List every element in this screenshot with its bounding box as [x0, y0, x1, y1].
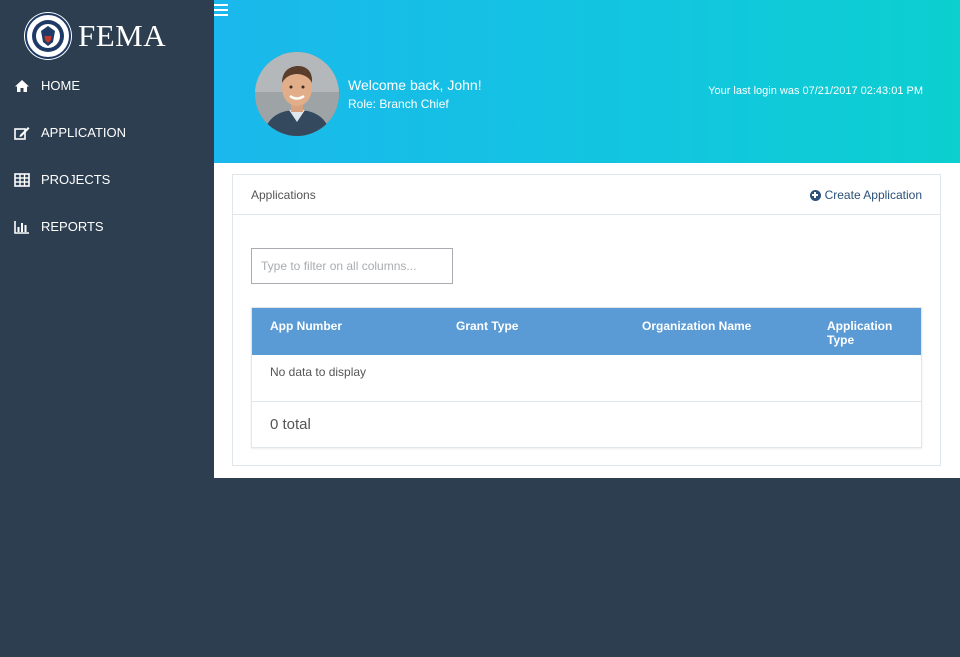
sidebar-item-application[interactable]: APPLICATION	[0, 109, 214, 156]
hamburger-icon[interactable]	[214, 4, 228, 16]
sidebar-item-label: REPORTS	[41, 219, 104, 234]
user-role: Role: Branch Chief	[348, 97, 449, 111]
brand-logo[interactable]: FEMA	[24, 10, 166, 62]
panel-header: Applications Create Application	[233, 175, 940, 215]
sidebar-item-reports[interactable]: REPORTS	[0, 203, 214, 250]
avatar	[255, 52, 339, 136]
sidebar-item-home[interactable]: HOME	[0, 62, 214, 109]
welcome-message: Welcome back, John!	[348, 77, 482, 93]
table-header: App Number Grant Type Organization Name …	[252, 308, 921, 355]
sidebar: FEMA HOME APPLICATION PROJECTS REPORTS	[0, 0, 214, 657]
bar-chart-icon	[14, 220, 32, 234]
applications-table: App Number Grant Type Organization Name …	[251, 307, 922, 448]
sidebar-item-label: PROJECTS	[41, 172, 111, 187]
empty-message: No data to display	[270, 365, 367, 379]
brand-name: FEMA	[78, 18, 167, 53]
filter-input[interactable]	[251, 248, 453, 284]
edit-icon	[14, 126, 32, 140]
create-application-button[interactable]: Create Application	[809, 188, 922, 202]
column-header-application-type[interactable]: Application Type	[827, 319, 921, 347]
column-header-organization-name[interactable]: Organization Name	[642, 319, 751, 333]
home-icon	[14, 79, 32, 93]
sidebar-item-projects[interactable]: PROJECTS	[0, 156, 214, 203]
column-header-app-number[interactable]: App Number	[270, 319, 342, 333]
table-icon	[14, 172, 32, 187]
dhs-seal-icon	[24, 12, 72, 60]
main-content: Applications Create Application App Numb…	[214, 163, 960, 478]
empty-row: No data to display	[252, 355, 921, 402]
sidebar-item-label: HOME	[41, 78, 80, 93]
table-footer: 0 total	[252, 402, 921, 447]
applications-panel: Applications Create Application App Numb…	[232, 174, 941, 466]
create-application-label: Create Application	[824, 188, 922, 202]
sidebar-item-label: APPLICATION	[41, 125, 127, 140]
last-login: Your last login was 07/21/2017 02:43:01 …	[708, 85, 923, 97]
total-count: 0 total	[270, 416, 311, 433]
column-header-grant-type[interactable]: Grant Type	[456, 319, 518, 333]
sidebar-nav: HOME APPLICATION PROJECTS REPORTS	[0, 62, 214, 250]
panel-title: Applications	[251, 188, 316, 202]
header-banner: Welcome back, John! Role: Branch Chief Y…	[214, 0, 960, 163]
plus-circle-icon	[809, 189, 821, 201]
